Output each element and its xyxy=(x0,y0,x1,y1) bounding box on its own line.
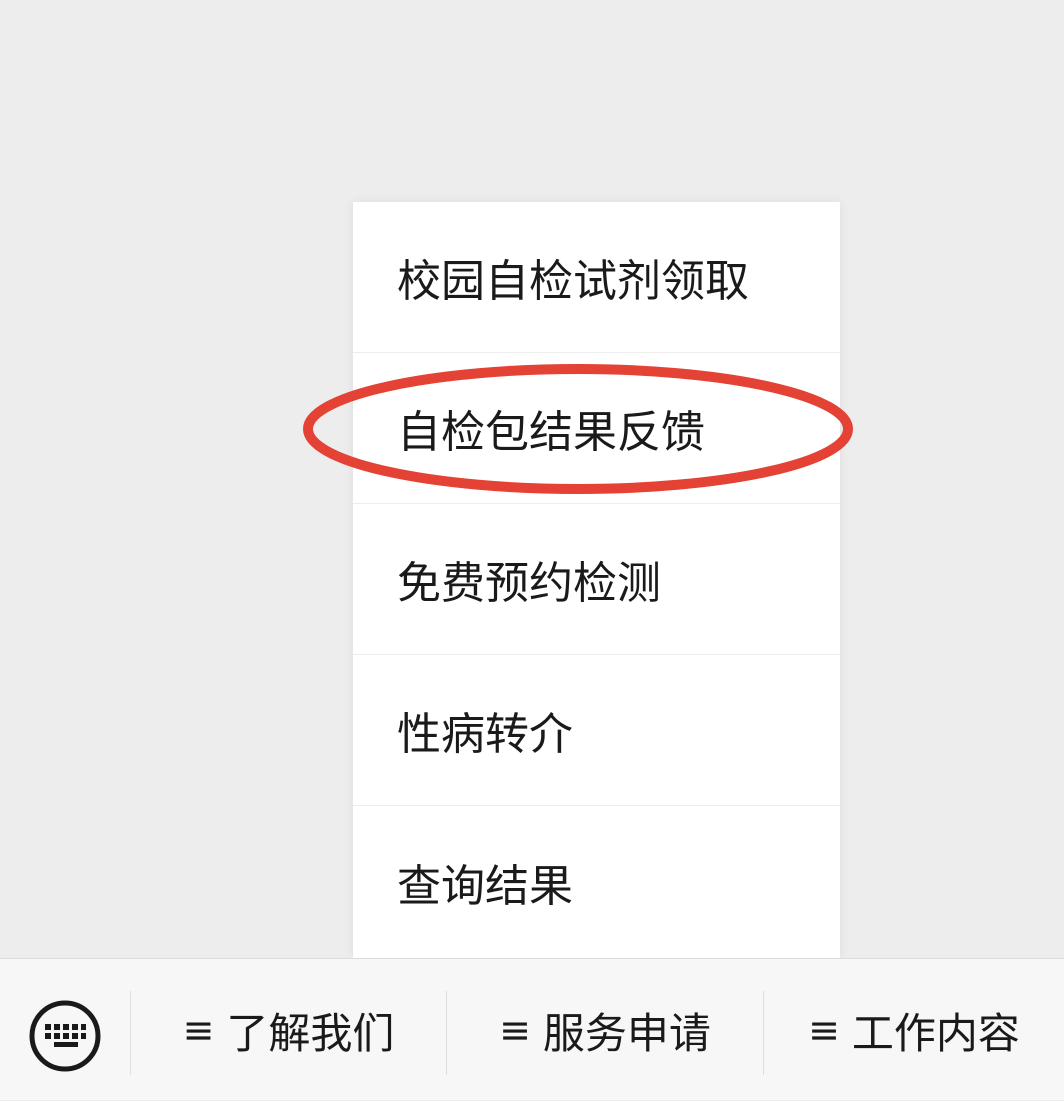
tab-about-us[interactable]: ≡ 了解我们 xyxy=(131,959,446,1101)
tab-label: 了解我们 xyxy=(226,1008,395,1058)
menu-lines-icon: ≡ xyxy=(808,1008,840,1052)
menu-lines-icon: ≡ xyxy=(499,1008,531,1052)
menu-item-label: 校园自检试剂领取 xyxy=(397,256,749,307)
menu-item-label: 自检包结果反馈 xyxy=(397,407,705,458)
submenu-popup: 校园自检试剂领取 自检包结果反馈 免费预约检测 性病转介 查询结果 xyxy=(353,202,840,958)
menu-item-campus-test-kit[interactable]: 校园自检试剂领取 xyxy=(353,202,840,353)
tab-label: 服务申请 xyxy=(542,1008,711,1058)
menu-item-label: 查询结果 xyxy=(397,861,573,912)
menu-lines-icon: ≡ xyxy=(182,1008,215,1052)
tab-label: 工作内容 xyxy=(851,1008,1020,1058)
tab-service-application[interactable]: ≡ 服务申请 xyxy=(447,959,763,1101)
menu-item-free-test-booking[interactable]: 免费预约检测 xyxy=(353,504,840,655)
keyboard-toggle-button[interactable] xyxy=(28,999,102,1073)
menu-item-query-results[interactable]: 查询结果 xyxy=(353,806,840,958)
tab-work-content[interactable]: ≡ 工作内容 xyxy=(764,959,1064,1101)
menu-item-label: 免费预约检测 xyxy=(397,558,661,609)
keyboard-icon xyxy=(29,1000,101,1072)
menu-item-kit-result-feedback[interactable]: 自检包结果反馈 xyxy=(353,353,840,504)
menu-item-std-referral[interactable]: 性病转介 xyxy=(353,655,840,806)
bottom-menu-bar: ≡ 了解我们 ≡ 服务申请 ≡ 工作内容 xyxy=(0,958,1064,1100)
menu-item-label: 性病转介 xyxy=(397,709,573,760)
